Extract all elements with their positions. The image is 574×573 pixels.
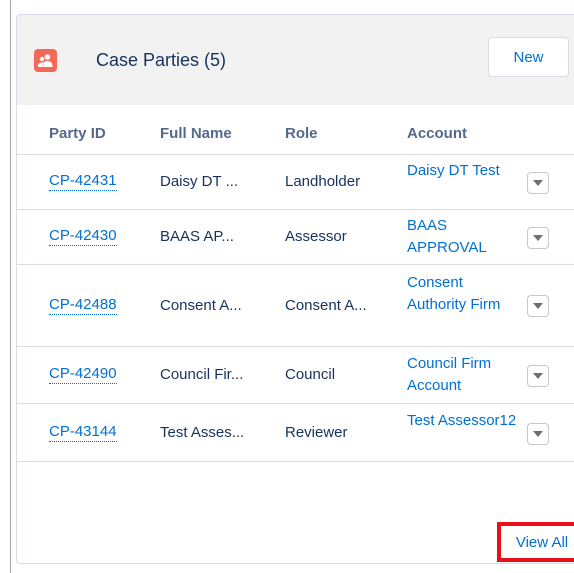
table-row: CP-42430 BAAS AP... Assessor BAAS APPROV…: [17, 210, 574, 265]
account-link[interactable]: Daisy DT Test: [407, 160, 517, 182]
table-row: CP-43144 Test Asses... Reviewer Test Ass…: [17, 404, 574, 462]
column-header-account[interactable]: Account: [407, 125, 467, 142]
row-actions-menu-button[interactable]: [527, 172, 549, 194]
column-header-party-id[interactable]: Party ID: [49, 125, 106, 142]
card-title[interactable]: Case Parties (5): [96, 50, 226, 71]
party-id-link[interactable]: CP-43144: [49, 423, 117, 442]
role-cell: Council: [285, 366, 336, 383]
row-actions-menu-button[interactable]: [527, 227, 549, 249]
related-list-card: Case Parties (5) New Party ID Full Name …: [16, 14, 574, 564]
role-cell: Consent A...: [285, 297, 367, 314]
people-icon: [34, 49, 57, 72]
party-id-link[interactable]: CP-42431: [49, 172, 117, 191]
column-header-role[interactable]: Role: [285, 125, 318, 142]
full-name-cell: Test Asses...: [160, 424, 245, 441]
row-actions-menu-button[interactable]: [527, 295, 549, 317]
role-cell: Assessor: [285, 228, 347, 245]
full-name-cell: BAAS AP...: [160, 228, 234, 245]
party-id-link[interactable]: CP-42490: [49, 365, 117, 384]
account-link[interactable]: Test Assessor12: [407, 410, 517, 432]
column-header-full-name[interactable]: Full Name: [160, 125, 232, 142]
party-id-link[interactable]: CP-42430: [49, 227, 117, 246]
table-row: CP-42490 Council Fir... Council Council …: [17, 347, 574, 404]
row-actions-menu-button[interactable]: [527, 365, 549, 387]
role-cell: Reviewer: [285, 424, 348, 441]
full-name-cell: Council Fir...: [160, 366, 244, 383]
window-border: [10, 0, 11, 573]
account-link[interactable]: Council Firm Account: [407, 353, 517, 397]
role-cell: Landholder: [285, 173, 361, 190]
table-row: CP-42431 Daisy DT ... Landholder Daisy D…: [17, 155, 574, 210]
party-id-link[interactable]: CP-42488: [49, 296, 117, 315]
card-header: Case Parties (5) New: [17, 15, 574, 105]
row-actions-menu-button[interactable]: [527, 423, 549, 445]
account-link[interactable]: BAAS APPROVAL: [407, 215, 517, 259]
view-all-link[interactable]: View All: [497, 522, 574, 562]
table-row: CP-42488 Consent A... Consent A... Conse…: [17, 265, 574, 347]
full-name-cell: Daisy DT ...: [160, 173, 239, 190]
full-name-cell: Consent A...: [160, 297, 242, 314]
account-link[interactable]: Consent Authority Firm: [407, 272, 517, 316]
new-button[interactable]: New: [488, 37, 569, 77]
